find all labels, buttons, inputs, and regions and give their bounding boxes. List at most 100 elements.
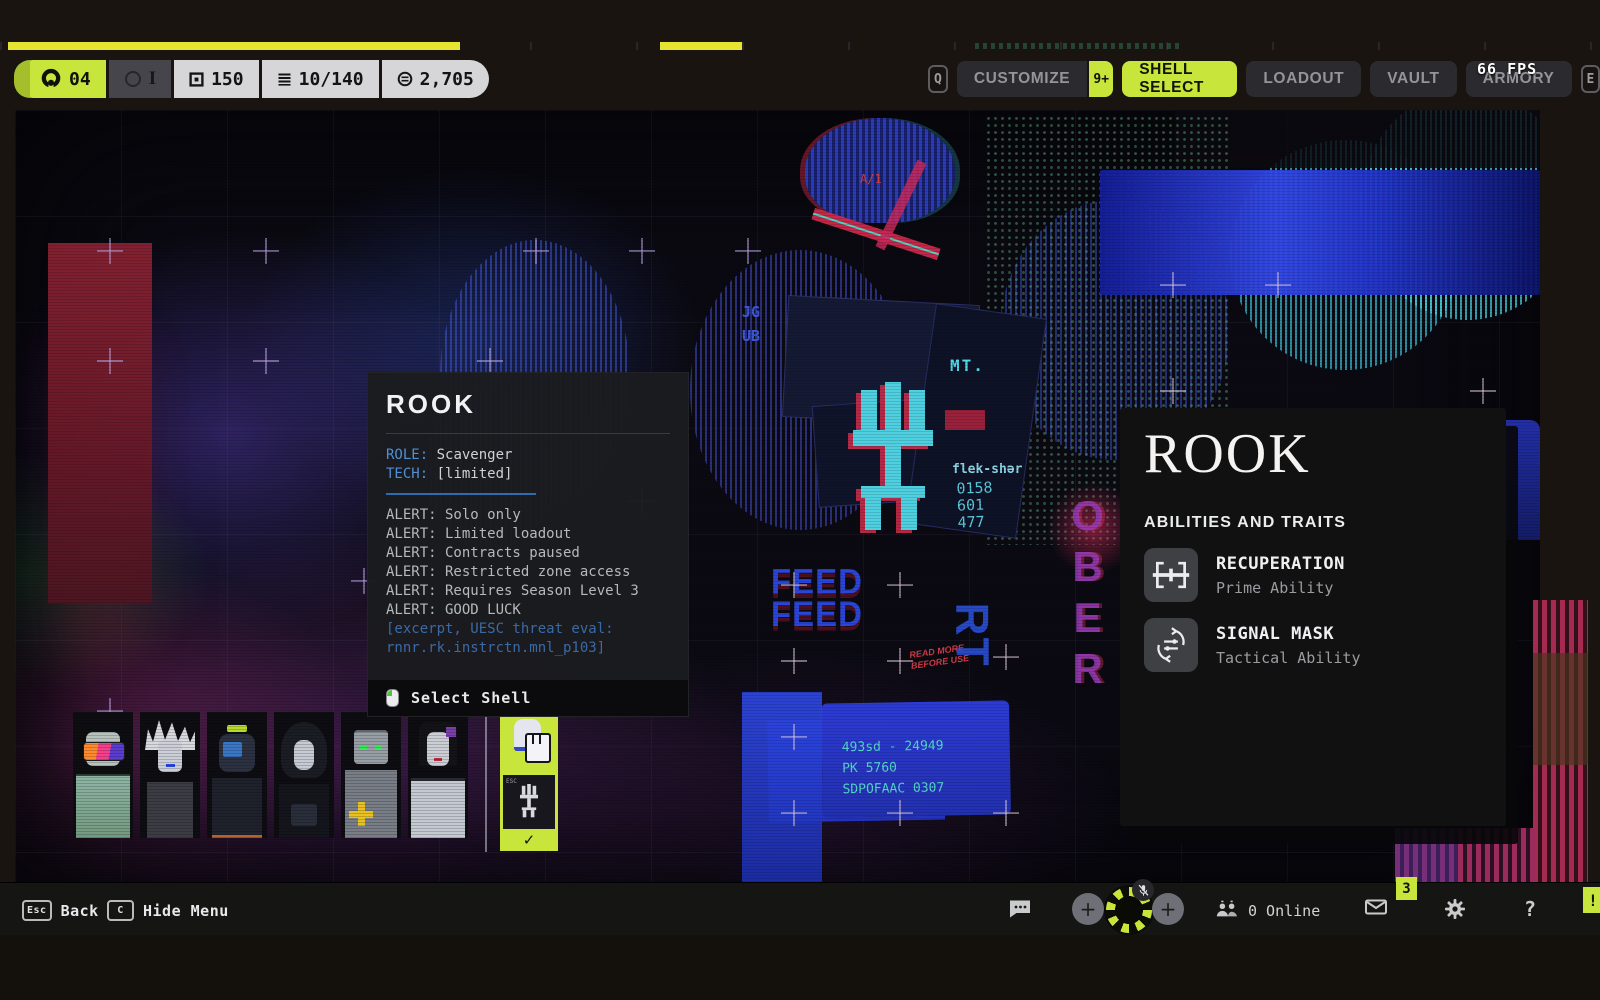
frame-icon xyxy=(189,72,204,87)
credits-badge: 2,705 xyxy=(382,60,489,98)
chat-button[interactable] xyxy=(1008,899,1032,923)
mail-badge: 3 xyxy=(1396,877,1417,900)
shell-thumbnail-6[interactable] xyxy=(408,712,468,838)
pixel-hand-cursor-icon xyxy=(525,733,551,763)
bg-label-jg: JG UB xyxy=(742,300,760,348)
serial-numbers: 493sd - 24949 PK 5760 SDPOFAAC 0307 xyxy=(842,736,945,801)
tech-label: TECH: xyxy=(386,466,428,482)
hide-menu-button[interactable]: C Hide Menu xyxy=(107,900,229,921)
role-value: Scavenger xyxy=(437,447,513,463)
crosshair-mark xyxy=(993,800,1019,826)
bg-ub: UB xyxy=(742,327,760,345)
shell-thumbnail-2[interactable] xyxy=(140,712,200,838)
player-level-value: 04 xyxy=(69,69,91,90)
back-label: Back xyxy=(61,902,99,920)
currency-value: 150 xyxy=(211,69,244,90)
crosshair-mark xyxy=(253,238,279,264)
online-count-label: 0 Online xyxy=(1248,902,1320,920)
crosshair-mark xyxy=(887,800,913,826)
select-shell-action[interactable]: Select Shell xyxy=(368,680,688,716)
gear-icon xyxy=(1443,897,1467,925)
crosshair-mark xyxy=(993,644,1019,670)
check-icon: ✓ xyxy=(500,831,558,849)
striped-column xyxy=(1533,600,1588,895)
back-button[interactable]: Esc Back xyxy=(22,900,99,921)
tab-customize-group[interactable]: CUSTOMIZE 9+ xyxy=(957,61,1113,97)
chat-icon xyxy=(1008,899,1032,923)
crosshair-mark xyxy=(97,238,123,264)
c-key-icon: C xyxy=(107,900,134,921)
crosshair-mark xyxy=(781,724,807,750)
mouse-left-click-icon xyxy=(386,689,399,707)
striped-column xyxy=(1395,828,1535,882)
crosshair-mark xyxy=(781,648,807,674)
shell-detail-title: ROOK xyxy=(1144,424,1482,484)
ability-type: Prime Ability xyxy=(1216,579,1345,597)
alert-line: ALERT: Restricted zone access xyxy=(386,563,670,582)
shell-thumbnail-3[interactable] xyxy=(207,712,267,838)
ability-name: RECUPERATION xyxy=(1216,554,1345,574)
hud-stat-badges: 04 I 150 10/140 2,705 xyxy=(14,60,489,98)
fps-counter: 66 FPS xyxy=(1477,60,1537,78)
online-count: 0 Online xyxy=(1215,900,1320,922)
alert-line: ALERT: Limited loadout xyxy=(386,525,670,544)
ability-row: SIGNAL MASK Tactical Ability xyxy=(1144,618,1482,672)
bg-jg: JG xyxy=(742,303,760,321)
voice-volume-down-button[interactable]: + xyxy=(1072,893,1104,925)
bg-feed2: FEED xyxy=(771,594,863,634)
machinery-slab: 493sd - 24949 PK 5760 SDPOFAAC 0307 xyxy=(821,700,1011,817)
alert-line: ALERT: Contracts paused xyxy=(386,544,670,563)
shell-thumbnail-5[interactable] xyxy=(341,712,401,838)
shell-thumbnail-selected[interactable]: ESC ✓ xyxy=(500,701,558,851)
tab-customize[interactable]: CUSTOMIZE xyxy=(957,61,1087,97)
divider xyxy=(386,433,670,434)
signal-mask-icon xyxy=(1144,618,1198,672)
coin-icon xyxy=(397,71,413,87)
role-line: ROLE: Scavenger xyxy=(386,446,670,465)
excerpt-line: rnnr.rk.instrctn.mnl_p103] xyxy=(386,639,670,658)
red-chip xyxy=(945,410,985,430)
tab-loadout[interactable]: LOADOUT xyxy=(1246,61,1361,97)
totem-glyph xyxy=(845,382,945,542)
tab-shell-select[interactable]: SHELL SELECT xyxy=(1122,61,1237,97)
shell-thumbnail-4[interactable] xyxy=(274,712,334,838)
crosshair-mark xyxy=(253,348,279,374)
shell-info-card: ROOK ROLE: Scavenger TECH: [limited] ALE… xyxy=(367,372,689,717)
abilities-section-heading: ABILITIES AND TRAITS xyxy=(1144,514,1482,532)
rows-icon xyxy=(277,72,292,86)
crosshair-mark xyxy=(887,572,913,598)
crosshair-mark xyxy=(477,348,503,374)
thumbnail-divider xyxy=(485,706,487,852)
alert-line: ALERT: Requires Season Level 3 xyxy=(386,582,670,601)
rank-badge: I xyxy=(109,60,171,98)
voice-volume-up-button[interactable]: + xyxy=(1152,893,1184,925)
crosshair-mark xyxy=(97,348,123,374)
headset-icon xyxy=(40,68,62,90)
progress-segment-dotted xyxy=(975,43,1180,49)
crosshair-mark xyxy=(629,238,655,264)
pixel-robot-body: ESC xyxy=(503,775,555,829)
bottom-bar: Esc Back C Hide Menu + + 0 Online 3 ? ! xyxy=(0,882,1600,935)
role-label: ROLE: xyxy=(386,447,428,463)
bg-label-mt: MT. xyxy=(950,356,985,375)
alert-badge: ! xyxy=(1583,887,1600,913)
robot-head xyxy=(805,118,955,223)
recuperation-icon xyxy=(1144,548,1198,602)
tech-value: [limited] xyxy=(437,466,513,482)
e-key-hint: E xyxy=(1581,65,1600,93)
help-button[interactable]: ? xyxy=(1524,897,1536,921)
customize-count-badge: 9+ xyxy=(1089,61,1113,97)
select-shell-label: Select Shell xyxy=(411,689,531,707)
people-icon xyxy=(1215,900,1239,922)
crosshair-mark xyxy=(735,238,761,264)
mail-button[interactable] xyxy=(1365,899,1387,919)
q-key-hint: Q xyxy=(928,65,948,93)
tab-vault[interactable]: VAULT xyxy=(1370,61,1456,97)
blue-divider xyxy=(386,493,536,495)
credits-value: 2,705 xyxy=(420,69,474,90)
shell-thumbnail-1[interactable] xyxy=(73,712,133,838)
rank-value: I xyxy=(149,68,156,90)
shell-select-screen: A/1 JGUB MT. fle xyxy=(0,0,1600,1000)
progress-segment xyxy=(8,42,460,50)
settings-button[interactable] xyxy=(1443,897,1467,925)
